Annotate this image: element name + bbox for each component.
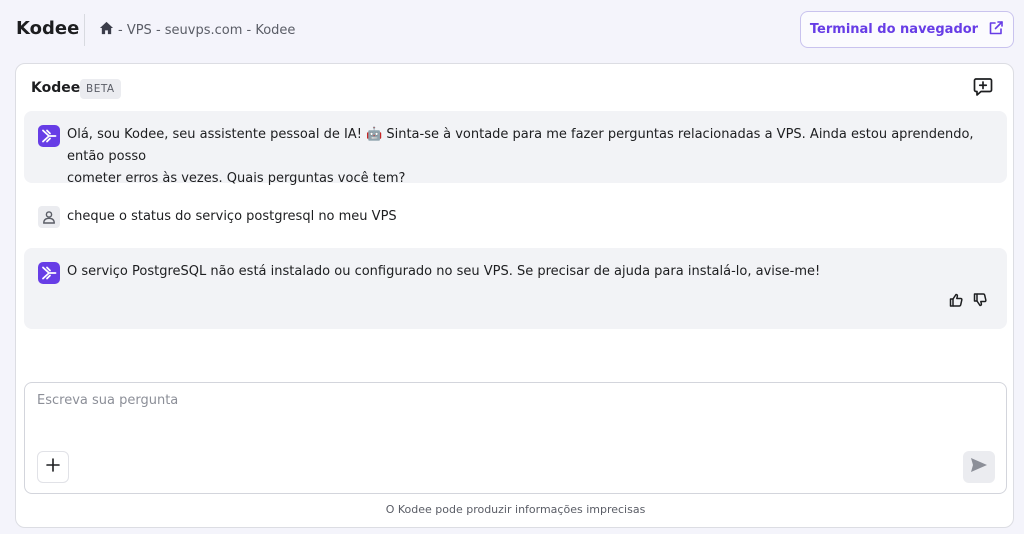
plus-icon (45, 457, 61, 477)
assistant-message-line-2: cometer erros às vezes. Quais perguntas … (67, 171, 406, 186)
external-link-icon (978, 20, 1004, 40)
send-icon (970, 457, 988, 477)
thumbs-up-icon[interactable] (949, 293, 963, 307)
browser-terminal-button[interactable]: Terminal do navegador (800, 11, 1014, 48)
browser-terminal-label: Terminal do navegador (809, 22, 979, 37)
header-divider (84, 14, 85, 46)
assistant-message-text: Olá, sou Kodee, seu assistente pessoal d… (67, 124, 1007, 190)
kodee-bot-icon (38, 125, 60, 147)
assistant-message: O serviço PostgreSQL não está instalado … (24, 248, 1007, 329)
assistant-message-line-1: Olá, sou Kodee, seu assistente pessoal d… (67, 127, 974, 164)
add-attachment-button[interactable] (37, 451, 69, 483)
home-icon[interactable] (99, 21, 118, 39)
app-title: Kodee (16, 18, 80, 39)
top-bar: Kodee - VPS - seuvps.com - Kodee Termina… (0, 0, 1024, 60)
thumbs-down-icon[interactable] (973, 293, 987, 307)
accuracy-disclaimer: O Kodee pode produzir informações imprec… (385, 503, 646, 516)
user-icon (38, 206, 60, 228)
user-message: cheque o status do serviço postgresql no… (24, 202, 1007, 232)
kodee-chat-panel: Kodee BETA Olá, sou Kodee, seu assistent… (15, 63, 1014, 528)
message-feedback (949, 293, 987, 307)
chat-title: Kodee (31, 80, 81, 96)
question-input[interactable] (37, 393, 987, 443)
message-composer (24, 382, 1007, 494)
breadcrumb: - VPS - seuvps.com - Kodee (99, 21, 295, 39)
assistant-message-text: O serviço PostgreSQL não está instalado … (67, 264, 821, 279)
kodee-bot-icon (38, 262, 60, 284)
breadcrumb-path[interactable]: - VPS - seuvps.com - Kodee (118, 23, 295, 38)
beta-badge: BETA (80, 79, 121, 99)
send-button[interactable] (963, 451, 995, 483)
assistant-message: Olá, sou Kodee, seu assistente pessoal d… (24, 111, 1007, 186)
new-chat-icon[interactable] (972, 76, 994, 98)
user-message-text: cheque o status do serviço postgresql no… (67, 209, 397, 224)
